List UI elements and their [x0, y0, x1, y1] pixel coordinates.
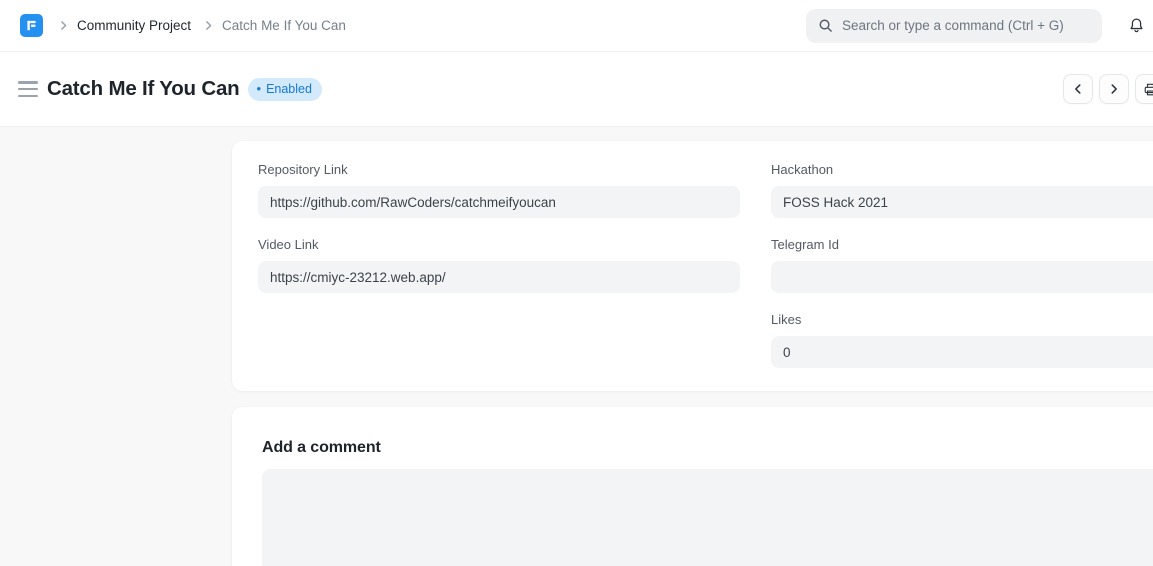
chevron-right-icon: [57, 19, 70, 32]
global-search[interactable]: [806, 9, 1102, 43]
badge-dot: •: [257, 82, 262, 95]
search-input[interactable]: [842, 18, 1090, 33]
video-link-input[interactable]: [258, 261, 740, 293]
page-title: Catch Me If You Can: [47, 77, 240, 101]
comments-section: Add a comment: [232, 407, 1153, 566]
likes-input[interactable]: [771, 336, 1153, 368]
breadcrumb-community-project[interactable]: Community Project: [77, 18, 191, 33]
main-content: Repository Link Hackathon Video Link Tel…: [0, 127, 1153, 566]
notifications-button[interactable]: [1119, 9, 1153, 43]
badge-label: Enabled: [266, 82, 312, 96]
print-button[interactable]: [1135, 74, 1153, 104]
telegram-id-input[interactable]: [771, 261, 1153, 293]
frappe-desk-page: { "navbar": { "breadcrumbs": { "item1": …: [0, 0, 1153, 566]
menu-button[interactable]: [18, 81, 38, 97]
chevron-right-icon: [202, 19, 215, 32]
likes-label: Likes: [771, 313, 1153, 327]
form-section: Repository Link Hackathon Video Link Tel…: [232, 141, 1153, 391]
hackathon-label: Hackathon: [771, 163, 1153, 177]
field-video-link: Video Link: [258, 238, 740, 293]
search-icon: [818, 18, 833, 33]
comments-heading: Add a comment: [262, 439, 1153, 457]
frappe-logo[interactable]: [20, 14, 43, 37]
next-record-button[interactable]: [1099, 74, 1129, 104]
prev-record-button[interactable]: [1063, 74, 1093, 104]
hackathon-input[interactable]: [771, 186, 1153, 218]
field-telegram-id: Telegram Id: [771, 238, 1153, 293]
field-hackathon: Hackathon: [771, 163, 1153, 218]
printer-icon: [1143, 82, 1153, 97]
form-grid: Repository Link Hackathon Video Link Tel…: [258, 163, 1153, 368]
field-repository-link: Repository Link: [258, 163, 740, 218]
repository-link-label: Repository Link: [258, 163, 740, 177]
hamburger-menu-icon: [18, 81, 38, 84]
status-badge: • Enabled: [248, 78, 322, 101]
header-actions: [1063, 74, 1153, 104]
bell-icon: [1128, 17, 1145, 34]
chevron-left-icon: [1071, 82, 1085, 96]
frappe-logo-glyph: [24, 18, 39, 33]
page-header: Catch Me If You Can • Enabled: [0, 52, 1153, 127]
telegram-id-label: Telegram Id: [771, 238, 1153, 252]
field-likes: Likes: [771, 313, 1153, 368]
top-navbar: Community Project Catch Me If You Can: [0, 0, 1153, 52]
comment-input[interactable]: [262, 469, 1153, 566]
repository-link-input[interactable]: [258, 186, 740, 218]
breadcrumb-current-record[interactable]: Catch Me If You Can: [222, 18, 346, 33]
chevron-right-icon: [1107, 82, 1121, 96]
video-link-label: Video Link: [258, 238, 740, 252]
